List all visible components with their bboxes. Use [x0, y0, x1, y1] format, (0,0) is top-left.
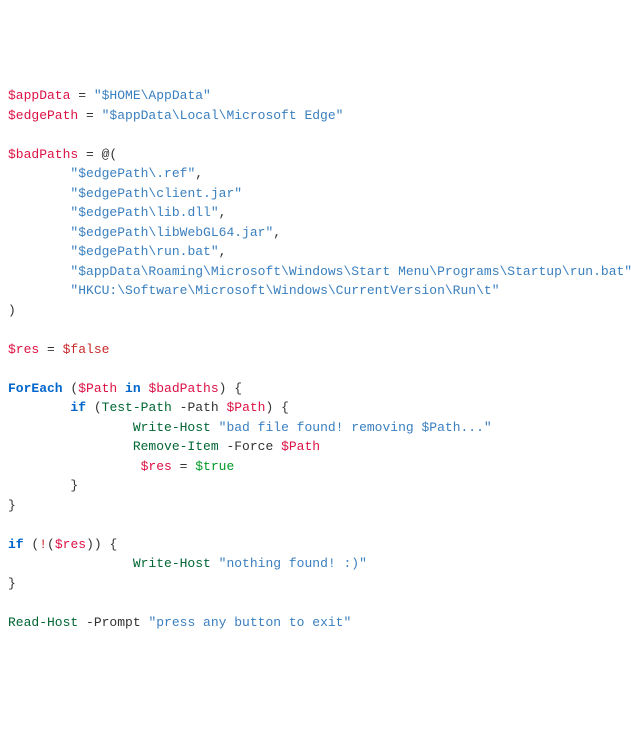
operator: = [39, 342, 62, 357]
indent [8, 556, 133, 571]
indent [8, 283, 70, 298]
punc: ) { [219, 381, 242, 396]
operator: = @( [78, 147, 117, 162]
string: "$edgePath\libWebGL64.jar" [70, 225, 273, 240]
operator: = [172, 459, 195, 474]
string: "$edgePath\client.jar" [70, 186, 242, 201]
punc: ( [24, 537, 40, 552]
cmdlet: Write-Host [133, 420, 211, 435]
comma: , [273, 225, 281, 240]
string: "$appData\Local\Microsoft Edge" [102, 108, 344, 123]
indent [8, 459, 141, 474]
string: "$appData\Roaming\Microsoft\Windows\Star… [70, 264, 631, 279]
punc: )) { [86, 537, 117, 552]
comma: , [219, 244, 227, 259]
close-brace: } [8, 498, 16, 513]
indent [8, 439, 133, 454]
variable: $badPaths [8, 147, 78, 162]
space [211, 556, 219, 571]
cmdlet: Remove-Item [133, 439, 219, 454]
punc: ( [86, 400, 102, 415]
variable: $Path [281, 439, 320, 454]
variable: $Path [226, 400, 265, 415]
indent [8, 166, 70, 181]
operator: = [70, 88, 93, 103]
variable: $edgePath [8, 108, 78, 123]
string: "$edgePath\.ref" [70, 166, 195, 181]
indent [8, 478, 70, 493]
punc: ( [63, 381, 79, 396]
keyword: if [70, 400, 86, 415]
string: "$edgePath\lib.dll" [70, 205, 218, 220]
param: -Path [172, 400, 227, 415]
keyword: in [117, 381, 148, 396]
code-block: $appData = "$HOME\AppData" $edgePath = "… [8, 86, 623, 632]
variable: $badPaths [148, 381, 218, 396]
false-value: $false [63, 342, 110, 357]
comma: , [219, 205, 227, 220]
close-brace: } [70, 478, 78, 493]
close-paren: ) [8, 303, 16, 318]
variable: $res [141, 459, 172, 474]
punc: ( [47, 537, 55, 552]
indent [8, 420, 133, 435]
close-brace: } [8, 576, 16, 591]
operator: = [78, 108, 101, 123]
cmdlet: Read-Host [8, 615, 78, 630]
indent [8, 186, 70, 201]
variable: $res [8, 342, 39, 357]
string: "$HOME\AppData" [94, 88, 211, 103]
string: "bad file found! removing $Path..." [219, 420, 492, 435]
param: -Force [219, 439, 281, 454]
string: "HKCU:\Software\Microsoft\Windows\Curren… [70, 283, 499, 298]
variable: $res [55, 537, 86, 552]
keyword: if [8, 537, 24, 552]
indent [8, 244, 70, 259]
string: "press any button to exit" [148, 615, 351, 630]
punc: ) { [265, 400, 288, 415]
keyword: ForEach [8, 381, 63, 396]
indent [8, 400, 70, 415]
indent [8, 264, 70, 279]
variable: $appData [8, 88, 70, 103]
param: -Prompt [78, 615, 148, 630]
true-value: $true [195, 459, 234, 474]
space [211, 420, 219, 435]
comma: , [195, 166, 203, 181]
variable: $Path [78, 381, 117, 396]
cmdlet: Test-Path [102, 400, 172, 415]
indent [8, 225, 70, 240]
string: "nothing found! :)" [219, 556, 367, 571]
string: "$edgePath\run.bat" [70, 244, 218, 259]
cmdlet: Write-Host [133, 556, 211, 571]
indent [8, 205, 70, 220]
not-operator: ! [39, 537, 47, 552]
